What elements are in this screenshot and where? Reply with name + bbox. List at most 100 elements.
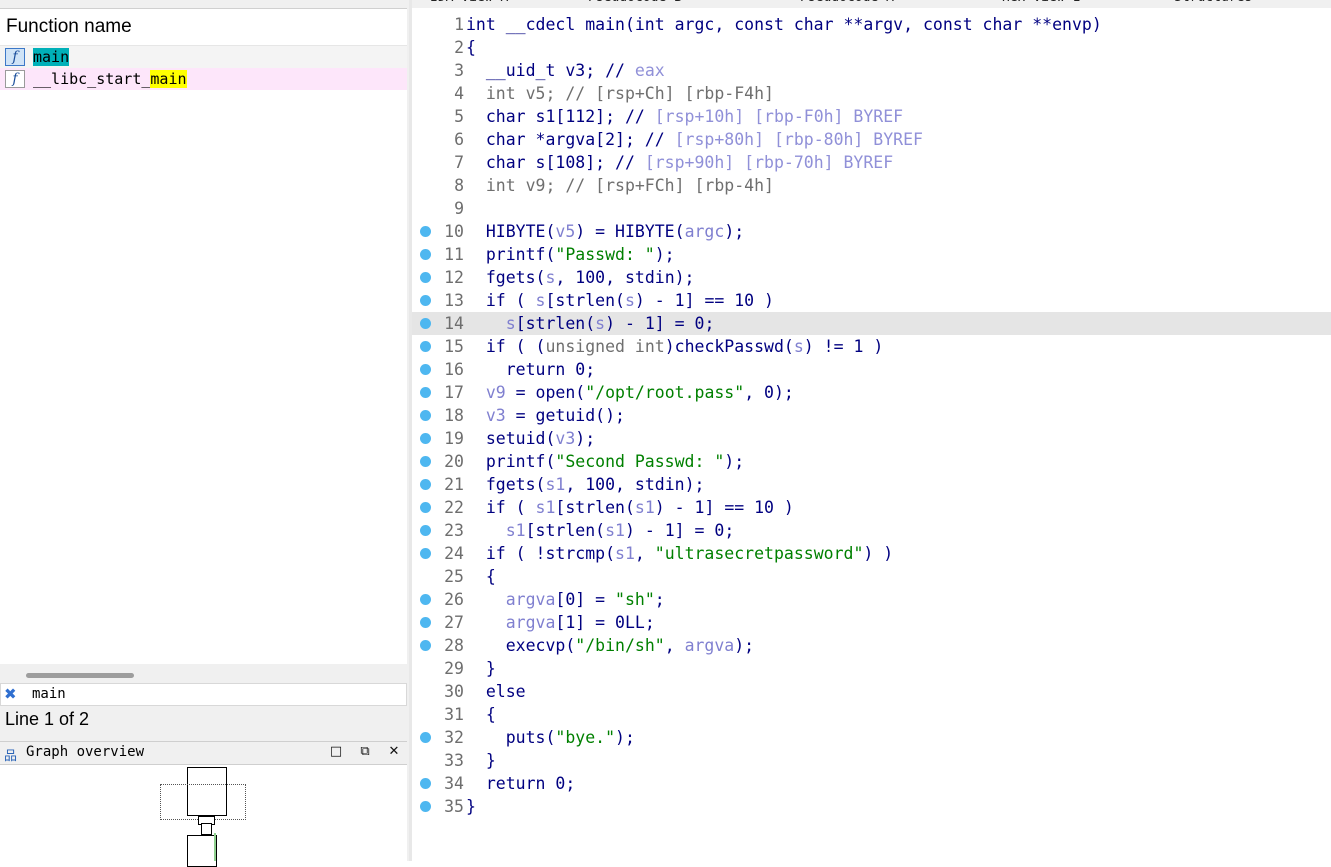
code-line[interactable]: 33 } [412,749,1331,772]
breakpoint-dot-icon[interactable] [420,387,431,398]
code-line[interactable]: 18 v3 = getuid(); [412,404,1331,427]
code-line[interactable]: 22 if ( s1[strlen(s1) - 1] == 10 ) [412,496,1331,519]
code-line[interactable]: 23 s1[strlen(s1) - 1] = 0; [412,519,1331,542]
breakpoint-dot-icon[interactable] [420,272,431,283]
code-line[interactable]: 4 int v5; // [rsp+Ch] [rbp-F4h] [412,82,1331,105]
code-text[interactable]: char s[108]; // [rsp+90h] [rbp-70h] BYRE… [466,151,893,174]
code-line[interactable]: 5 char s1[112]; // [rsp+10h] [rbp-F0h] B… [412,105,1331,128]
breakpoint-dot-icon[interactable] [420,525,431,536]
quick-filter-bar[interactable]: ✖ main [0,683,407,706]
code-text[interactable]: char *argva[2]; // [rsp+80h] [rbp-80h] B… [466,128,923,151]
code-text[interactable]: } [466,749,496,772]
breakpoint-dot-icon[interactable] [420,732,431,743]
code-text[interactable]: v3 = getuid(); [466,404,625,427]
tab-structures[interactable]: Structures [1174,0,1252,8]
code-text[interactable]: puts("bye."); [466,726,635,749]
code-line[interactable]: 2{ [412,36,1331,59]
code-text[interactable]: __uid_t v3; // eax [466,59,665,82]
tab-ida-view-a[interactable]: IDA View-A [430,0,508,8]
code-line[interactable]: 28 execvp("/bin/sh", argva); [412,634,1331,657]
code-line[interactable]: 20 printf("Second Passwd: "); [412,450,1331,473]
code-text[interactable]: int __cdecl main(int argc, const char **… [466,13,1102,36]
code-text[interactable]: HIBYTE(v5) = HIBYTE(argc); [466,220,744,243]
breakpoint-dot-icon[interactable] [420,640,431,651]
code-line[interactable]: 29 } [412,657,1331,680]
code-text[interactable]: printf("Second Passwd: "); [466,450,744,473]
breakpoint-dot-icon[interactable] [420,479,431,490]
graph-viewport-rect[interactable] [160,784,246,820]
code-text[interactable]: { [466,703,496,726]
pseudocode-view[interactable]: 1 int __cdecl main(int argc, const char *… [412,8,1331,861]
breakpoint-dot-icon[interactable] [420,456,431,467]
code-line[interactable]: 17 v9 = open("/opt/root.pass", 0); [412,381,1331,404]
code-text[interactable]: v9 = open("/opt/root.pass", 0); [466,381,794,404]
breakpoint-dot-icon[interactable] [420,433,431,444]
code-text[interactable]: s1[strlen(s1) - 1] = 0; [466,519,735,542]
float-window-icon[interactable]: ⧉ [357,744,373,759]
code-text[interactable]: char s1[112]; // [rsp+10h] [rbp-F0h] BYR… [466,105,903,128]
code-text[interactable]: argva[0] = "sh"; [466,588,665,611]
code-text[interactable]: if ( s[strlen(s) - 1] == 10 ) [466,289,774,312]
code-text[interactable]: return 0; [466,358,595,381]
code-line[interactable]: 21 fgets(s1, 100, stdin); [412,473,1331,496]
function-row-libc-start-main[interactable]: f __libc_start_main [0,68,407,90]
code-line[interactable]: 6 char *argva[2]; // [rsp+80h] [rbp-80h]… [412,128,1331,151]
breakpoint-dot-icon[interactable] [420,594,431,605]
breakpoint-dot-icon[interactable] [420,341,431,352]
code-text[interactable]: } [466,657,496,680]
scrollbar-thumb[interactable] [26,673,134,678]
code-line[interactable]: 16 return 0; [412,358,1331,381]
code-text[interactable]: if ( (unsigned int)checkPasswd(s) != 1 ) [466,335,883,358]
code-text[interactable]: int v9; // [rsp+FCh] [rbp-4h] [466,174,774,197]
breakpoint-dot-icon[interactable] [420,410,431,421]
code-line[interactable]: 1 int __cdecl main(int argc, const char *… [412,13,1331,36]
breakpoint-dot-icon[interactable] [420,249,431,260]
code-text[interactable]: execvp("/bin/sh", argva); [466,634,754,657]
breakpoint-dot-icon[interactable] [420,364,431,375]
code-line[interactable]: 15 if ( (unsigned int)checkPasswd(s) != … [412,335,1331,358]
code-line[interactable]: 32 puts("bye."); [412,726,1331,749]
code-line[interactable]: 7 char s[108]; // [rsp+90h] [rbp-70h] BY… [412,151,1331,174]
code-line[interactable]: 14 s[strlen(s) - 1] = 0; [412,312,1331,335]
code-line[interactable]: 25 { [412,565,1331,588]
breakpoint-dot-icon[interactable] [420,617,431,628]
code-line[interactable]: 27 argva[1] = 0LL; [412,611,1331,634]
tab-pseudocode-b[interactable]: Pseudocode-B [588,0,682,8]
code-text[interactable]: int v5; // [rsp+Ch] [rbp-F4h] [466,82,774,105]
code-line[interactable]: 3 __uid_t v3; // eax [412,59,1331,82]
code-text[interactable]: if ( !strcmp(s1, "ultrasecretpassword") … [466,542,893,565]
tab-pseudocode-a[interactable]: Pseudocode-A [800,0,894,8]
code-text[interactable]: argva[1] = 0LL; [466,611,655,634]
code-line[interactable]: 10 HIBYTE(v5) = HIBYTE(argc); [412,220,1331,243]
function-name-column-header[interactable]: Function name [0,9,407,46]
code-text[interactable]: fgets(s1, 100, stdin); [466,473,705,496]
close-icon[interactable]: ✕ [386,744,402,759]
code-line[interactable]: 24 if ( !strcmp(s1, "ultrasecretpassword… [412,542,1331,565]
function-row-main[interactable]: f main [0,46,407,68]
code-line[interactable]: 19 setuid(v3); [412,427,1331,450]
code-text[interactable]: { [466,36,476,59]
code-line[interactable]: 30 else [412,680,1331,703]
breakpoint-dot-icon[interactable] [420,778,431,789]
code-line[interactable]: 8 int v9; // [rsp+FCh] [rbp-4h] [412,174,1331,197]
close-search-icon[interactable]: ✖ [4,685,17,703]
graph-overview-canvas[interactable] [0,765,407,867]
code-line[interactable]: 35} [412,795,1331,818]
maximize-icon[interactable]: □ [328,744,344,759]
breakpoint-dot-icon[interactable] [420,801,431,812]
code-line[interactable]: 31 { [412,703,1331,726]
code-text[interactable]: setuid(v3); [466,427,595,450]
code-text[interactable]: else [466,680,526,703]
code-text[interactable]: fgets(s, 100, stdin); [466,266,695,289]
breakpoint-dot-icon[interactable] [420,548,431,559]
code-line[interactable]: 9 [412,197,1331,220]
code-line[interactable]: 11 printf("Passwd: "); [412,243,1331,266]
breakpoint-dot-icon[interactable] [420,295,431,306]
code-text[interactable]: return 0; [466,772,575,795]
code-line[interactable]: 34 return 0; [412,772,1331,795]
code-text[interactable]: if ( s1[strlen(s1) - 1] == 10 ) [466,496,794,519]
code-text[interactable]: } [466,795,476,818]
breakpoint-dot-icon[interactable] [420,318,431,329]
search-input[interactable]: main [32,686,66,702]
code-text[interactable]: printf("Passwd: "); [466,243,675,266]
